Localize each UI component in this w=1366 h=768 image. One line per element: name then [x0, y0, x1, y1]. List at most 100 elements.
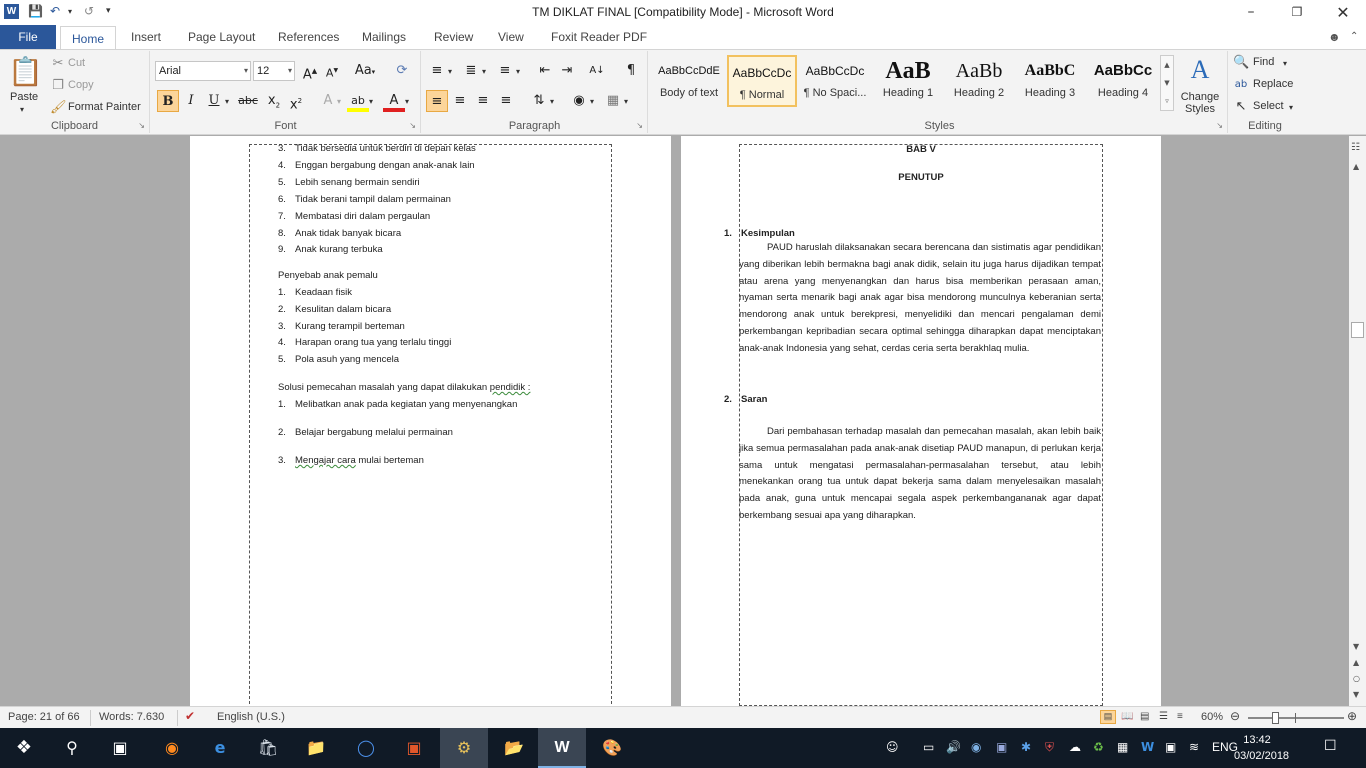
page-right[interactable]: BAB V PENUTUP 1. Kesimpulan PAUD harusla…: [681, 136, 1161, 706]
clock[interactable]: 13:42 03/02/2018: [1234, 732, 1289, 764]
borders-icon[interactable]: ▦: [602, 90, 624, 112]
tab-page-layout[interactable]: Page Layout: [188, 25, 255, 49]
clipboard-launcher-icon[interactable]: ↘: [138, 121, 145, 130]
font-launcher-icon[interactable]: ↘: [409, 121, 416, 130]
document-area[interactable]: Penyebab anak pemalu Solusi pemecahan ma…: [0, 136, 1349, 706]
minimize-button[interactable]: –: [1228, 0, 1274, 25]
word-count[interactable]: Words: 7.630: [99, 711, 164, 723]
tray-app-icon[interactable]: ▣: [996, 740, 1007, 754]
zoom-level[interactable]: 60%: [1201, 711, 1223, 723]
decrease-indent-icon[interactable]: ⇤: [534, 60, 556, 82]
scroll-down-icon[interactable]: ▼: [1353, 642, 1359, 651]
highlight-icon[interactable]: ab: [347, 90, 369, 112]
clear-formatting-icon[interactable]: ⟳: [391, 60, 413, 82]
styles-scroll-down-icon[interactable]: ▼: [1161, 74, 1173, 92]
proofing-icon[interactable]: ✔: [185, 709, 195, 723]
font-size-dropdown-icon[interactable]: ▾: [288, 62, 292, 80]
numbering-dropdown-icon[interactable]: ▾: [482, 63, 486, 81]
store-icon[interactable]: 🛍: [244, 728, 292, 768]
strikethrough-icon[interactable]: abc: [237, 90, 259, 112]
paste-dropdown-icon[interactable]: ▾: [20, 105, 24, 114]
customize-toolbar-icon[interactable]: ▾: [106, 6, 111, 16]
edge-icon[interactable]: e: [196, 728, 244, 768]
line-spacing-dropdown-icon[interactable]: ▾: [550, 93, 554, 111]
highlight-dropdown-icon[interactable]: ▾: [369, 93, 373, 111]
style-heading-1[interactable]: AaB Heading 1: [873, 55, 943, 107]
text-effects-dropdown-icon[interactable]: ▾: [337, 93, 341, 111]
font-name-combo[interactable]: Arial ▾: [155, 61, 251, 81]
tab-home[interactable]: Home: [60, 26, 116, 50]
draft-icon[interactable]: ≡: [1177, 711, 1183, 722]
page-left[interactable]: Penyebab anak pemalu Solusi pemecahan ma…: [190, 136, 671, 706]
style-body-of-text[interactable]: AaBbCcDdE Body of text: [654, 55, 724, 107]
styles-launcher-icon[interactable]: ↘: [1216, 121, 1223, 130]
select-dropdown-icon[interactable]: ▾: [1289, 99, 1293, 117]
collapse-ribbon-icon[interactable]: ⌃: [1350, 25, 1358, 49]
undo-icon[interactable]: ↶: [50, 4, 60, 18]
firefox-icon[interactable]: ◉: [148, 728, 196, 768]
bullets-dropdown-icon[interactable]: ▾: [448, 63, 452, 81]
paste-icon[interactable]: 📋: [8, 55, 43, 89]
find-button[interactable]: Find: [1253, 56, 1274, 68]
scrollbar-thumb[interactable]: [1351, 322, 1364, 338]
borders-dropdown-icon[interactable]: ▾: [624, 93, 628, 111]
zoom-slider-thumb[interactable]: [1271, 712, 1279, 724]
volume-icon[interactable]: 🔊: [946, 740, 961, 754]
grow-font-icon[interactable]: A▲: [299, 60, 321, 82]
wifi-icon[interactable]: ≋: [1189, 740, 1199, 754]
zoom-out-icon[interactable]: ⊖: [1230, 709, 1240, 723]
language-indicator[interactable]: English (U.S.): [217, 711, 285, 723]
word-logo-icon[interactable]: W: [4, 4, 19, 19]
shrink-font-icon[interactable]: A▼: [321, 60, 343, 82]
paragraph-launcher-icon[interactable]: ↘: [636, 121, 643, 130]
italic-icon[interactable]: I: [180, 90, 202, 112]
style-heading-3[interactable]: AaBbC Heading 3: [1015, 55, 1085, 107]
help-question-icon[interactable]: ☻: [1328, 25, 1341, 49]
redo-icon[interactable]: ↺: [84, 4, 94, 18]
tab-references[interactable]: References: [278, 25, 339, 49]
powerpoint-icon[interactable]: ▣: [390, 728, 438, 768]
change-styles-button[interactable]: Change Styles: [1176, 91, 1224, 115]
numbering-icon[interactable]: ≣: [460, 60, 482, 82]
format-painter-button[interactable]: Format Painter: [68, 101, 141, 113]
browse-object-icon[interactable]: ○: [1353, 674, 1360, 683]
find-dropdown-icon[interactable]: ▾: [1283, 55, 1287, 73]
search-icon[interactable]: ⚲: [48, 728, 96, 768]
underline-icon[interactable]: U: [203, 90, 225, 112]
justify-icon[interactable]: ≡: [495, 90, 517, 112]
align-right-icon[interactable]: ≡: [472, 90, 494, 112]
outline-icon[interactable]: ☰: [1159, 711, 1168, 722]
bluetooth-icon[interactable]: ✱: [1021, 740, 1031, 754]
close-button[interactable]: ✕: [1320, 0, 1366, 25]
scroll-up-icon[interactable]: ▲: [1353, 162, 1359, 171]
ruler-toggle-icon[interactable]: ☷: [1351, 142, 1360, 153]
tab-foxit-reader-pdf[interactable]: Foxit Reader PDF: [551, 25, 647, 49]
battery-icon[interactable]: ▭: [923, 740, 934, 754]
chrome-tray-icon[interactable]: ◉: [971, 740, 981, 754]
align-left-icon[interactable]: ≡: [426, 90, 448, 112]
styles-scroll-up-icon[interactable]: ▲: [1161, 56, 1173, 74]
word-tray-icon[interactable]: W: [1141, 740, 1154, 754]
chrome-icon[interactable]: ◯: [342, 728, 390, 768]
text-effects-icon[interactable]: A: [317, 90, 339, 112]
copy-button[interactable]: Copy: [68, 79, 94, 91]
replace-button[interactable]: Replace: [1253, 78, 1293, 90]
tray-app-icon[interactable]: ▦: [1117, 740, 1128, 754]
multilevel-list-dropdown-icon[interactable]: ▾: [516, 63, 520, 81]
change-styles-icon[interactable]: A: [1182, 55, 1218, 85]
cut-button[interactable]: Cut: [68, 57, 85, 69]
sort-icon[interactable]: A↓: [586, 60, 608, 82]
shading-dropdown-icon[interactable]: ▾: [590, 93, 594, 111]
style-no-spacing[interactable]: AaBbCcDc ¶ No Spaci...: [800, 55, 870, 107]
people-icon[interactable]: ☺: [886, 740, 899, 754]
folder-icon[interactable]: 📂: [490, 728, 538, 768]
zoom-in-icon[interactable]: ⊕: [1347, 709, 1357, 723]
print-layout-icon[interactable]: ▤: [1100, 710, 1116, 724]
tab-insert[interactable]: Insert: [131, 25, 161, 49]
task-view-icon[interactable]: ▣: [96, 728, 144, 768]
vertical-scrollbar[interactable]: ☷ ▲ ▼ ▲ ○ ▼: [1349, 136, 1366, 706]
bullets-icon[interactable]: ≡: [426, 60, 448, 82]
font-color-icon[interactable]: A: [383, 90, 405, 112]
save-icon[interactable]: 💾: [28, 4, 43, 18]
start-windows-icon[interactable]: ❖: [0, 728, 48, 768]
